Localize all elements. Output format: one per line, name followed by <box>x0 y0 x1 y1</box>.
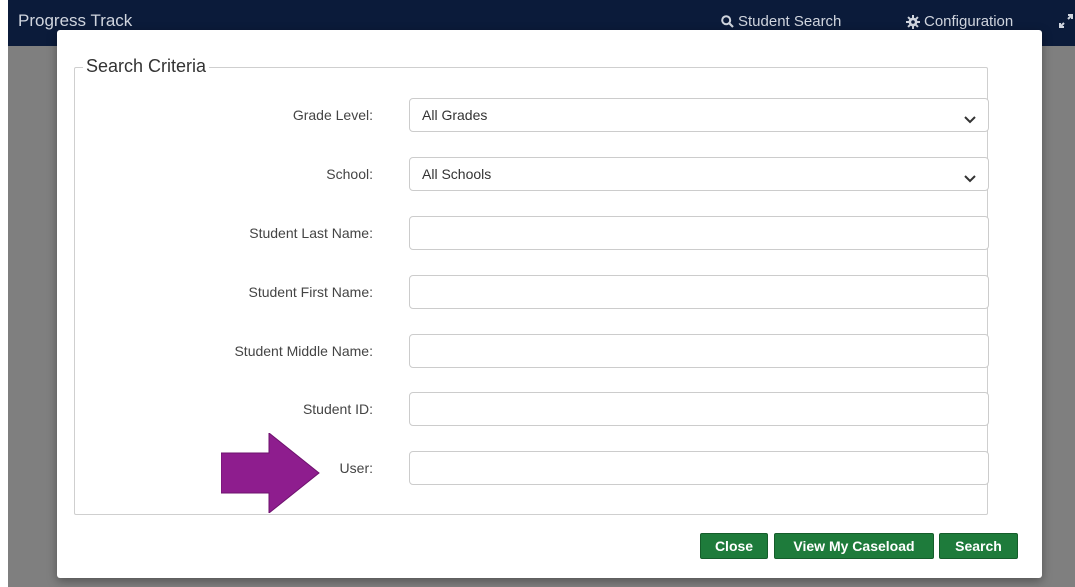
annotation-arrow-icon <box>221 433 320 513</box>
student-id-row: Student ID: <box>75 392 989 428</box>
school-value: All Schools <box>422 166 492 182</box>
grade-level-label: Grade Level: <box>292 107 373 123</box>
search-button[interactable]: Search <box>939 533 1018 559</box>
grade-level-row: Grade Level: All Grades <box>75 98 989 134</box>
user-input[interactable] <box>409 451 989 485</box>
expand-icon[interactable] <box>1058 13 1074 29</box>
first-name-row: Student First Name: <box>75 275 989 311</box>
student-search-link[interactable]: Student Search <box>721 13 841 30</box>
middle-name-label: Student Middle Name: <box>234 343 373 359</box>
configuration-link[interactable]: Configuration <box>906 13 1013 30</box>
school-select[interactable]: All Schools <box>409 157 989 191</box>
school-row: School: All Schools <box>75 157 989 193</box>
gear-icon <box>906 14 920 29</box>
last-name-input[interactable] <box>409 216 989 250</box>
student-id-input[interactable] <box>409 392 989 426</box>
grade-level-value: All Grades <box>422 107 488 123</box>
first-name-input[interactable] <box>409 275 989 309</box>
search-modal: Search Criteria Grade Level: All Grades … <box>57 30 1042 578</box>
last-name-label: Student Last Name: <box>249 225 373 241</box>
view-my-caseload-button[interactable]: View My Caseload <box>774 533 934 559</box>
search-icon <box>721 15 734 28</box>
search-criteria-legend: Search Criteria <box>83 56 210 77</box>
chevron-down-icon <box>964 111 976 124</box>
middle-name-input[interactable] <box>409 334 989 368</box>
middle-name-row: Student Middle Name: <box>75 334 989 370</box>
close-button[interactable]: Close <box>700 533 768 559</box>
student-id-label: Student ID: <box>302 401 373 417</box>
student-search-label: Student Search <box>738 13 842 30</box>
last-name-row: Student Last Name: <box>75 216 989 252</box>
app-title: Progress Track <box>18 11 133 30</box>
configuration-label: Configuration <box>924 13 1014 30</box>
school-label: School: <box>326 166 373 182</box>
user-row: User: <box>75 451 989 487</box>
first-name-label: Student First Name: <box>248 284 374 300</box>
search-criteria-fieldset: Search Criteria Grade Level: All Grades … <box>74 56 989 515</box>
grade-level-select[interactable]: All Grades <box>409 98 989 132</box>
chevron-down-icon <box>964 170 976 183</box>
user-label: User: <box>339 460 373 476</box>
